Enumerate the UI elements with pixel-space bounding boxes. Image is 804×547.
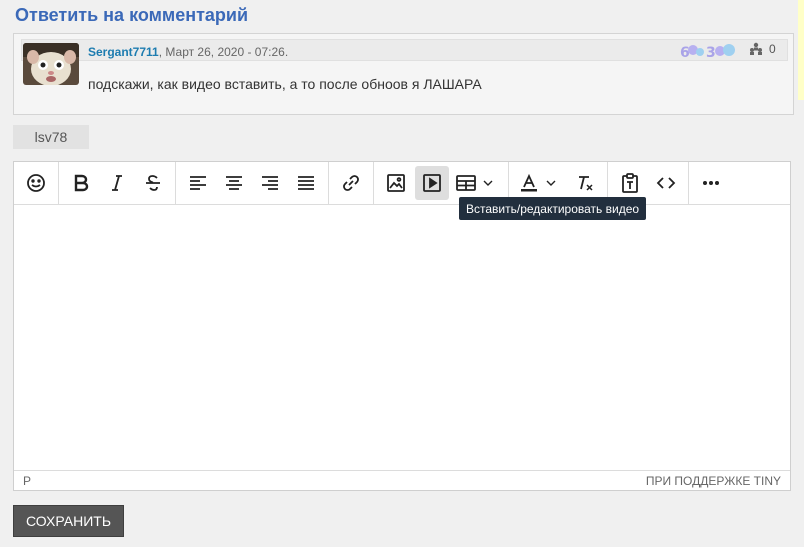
svg-text:3: 3	[706, 45, 716, 60]
element-path[interactable]: P	[23, 474, 31, 488]
author-link[interactable]: Sergant7711	[88, 45, 159, 59]
svg-text:6: 6	[680, 45, 690, 60]
users-icon	[750, 42, 762, 55]
remove-format-icon[interactable]	[568, 166, 602, 200]
strikethrough-icon[interactable]	[136, 166, 170, 200]
align-left-icon[interactable]	[181, 166, 215, 200]
toolbar-group-insert	[14, 161, 59, 205]
quote-author-line: Sergant7711, Март 26, 2020 - 07:26.	[88, 45, 288, 59]
toolbar-group-more	[689, 162, 733, 205]
user-badges-icon: 6 3	[680, 43, 736, 60]
like-count: 0	[769, 42, 776, 56]
paste-text-icon[interactable]	[613, 166, 647, 200]
page-title: Ответить на комментарий	[15, 5, 249, 25]
rich-text-editor: Вставить/редактировать видео P ПРИ ПОДДЕ…	[13, 161, 791, 491]
side-highlight	[798, 0, 804, 100]
editor-statusbar: P ПРИ ПОДДЕРЖКЕ TINY	[14, 470, 790, 490]
more-icon[interactable]	[694, 166, 728, 200]
toolbar-group-link	[329, 161, 374, 205]
align-center-icon[interactable]	[217, 166, 251, 200]
editor-content-area[interactable]	[14, 206, 790, 470]
post-date: , Март 26, 2020 - 07:26.	[158, 45, 289, 59]
link-icon[interactable]	[334, 166, 368, 200]
emoticons-icon[interactable]	[19, 166, 53, 200]
bold-icon[interactable]	[64, 166, 98, 200]
save-button[interactable]: СОХРАНИТЬ	[13, 505, 124, 537]
toolbar-group-format	[59, 161, 176, 205]
code-icon[interactable]	[649, 166, 683, 200]
like-counter[interactable]: 0	[749, 42, 776, 56]
align-justify-icon[interactable]	[289, 166, 323, 200]
quoted-comment: Sergant7711, Март 26, 2020 - 07:26. 6 3 …	[13, 33, 794, 115]
align-right-icon[interactable]	[253, 166, 287, 200]
powered-by-link[interactable]: ПРИ ПОДДЕРЖКЕ TINY	[646, 474, 781, 488]
tag-chip[interactable]: lsv78	[13, 125, 89, 149]
editor-toolbar	[14, 161, 790, 205]
video-icon[interactable]	[415, 166, 449, 200]
avatar[interactable]	[23, 43, 79, 85]
table-icon[interactable]	[451, 166, 503, 200]
italic-icon[interactable]	[100, 166, 134, 200]
toolbar-group-align	[176, 161, 329, 205]
image-icon[interactable]	[379, 166, 413, 200]
quote-text: подскажи, как видео вставить, а то после…	[88, 76, 482, 92]
text-color-icon[interactable]	[514, 166, 566, 200]
